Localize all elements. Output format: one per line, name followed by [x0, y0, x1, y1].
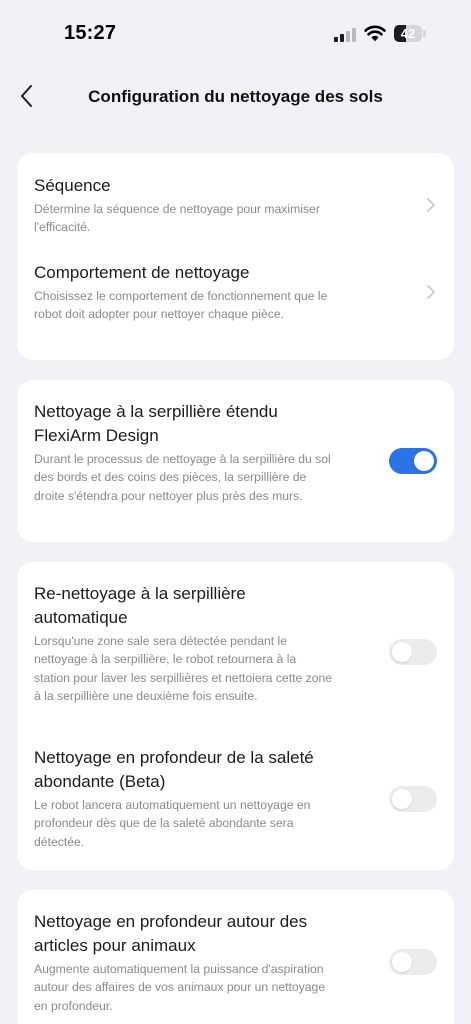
toggle-knob [392, 642, 412, 662]
setting-title: Séquence [34, 176, 111, 195]
settings-card-flexiarm: Nettoyage à la serpillière étendu FlexiA… [17, 380, 454, 542]
setting-title: Nettoyage en profondeur autour des artic… [34, 912, 308, 955]
setting-cleaning-behavior[interactable]: Comportement de nettoyage Choisissez le … [17, 243, 454, 360]
battery-cap [423, 30, 426, 37]
flexiarm-toggle[interactable] [389, 448, 437, 474]
setting-pet-area-cleaning: Nettoyage en profondeur autour des artic… [17, 890, 454, 1024]
settings-card-auto-mopping: Re-nettoyage à la serpillière automatiqu… [17, 562, 454, 870]
toggle-knob [392, 789, 412, 809]
page-title: Configuration du nettoyage des sols [88, 87, 383, 106]
chevron-right-icon [427, 285, 435, 299]
wifi-icon [364, 25, 386, 42]
setting-flexiarm-mopping: Nettoyage à la serpillière étendu FlexiA… [17, 380, 454, 542]
setting-auto-remopping: Re-nettoyage à la serpillière automatiqu… [17, 562, 454, 726]
deep-dirt-cleaning-toggle[interactable] [389, 786, 437, 812]
chevron-right-icon [427, 198, 435, 212]
settings-card-pets: Nettoyage en profondeur autour des artic… [17, 890, 454, 1024]
setting-title: Comportement de nettoyage [34, 263, 250, 282]
signal-icon [334, 28, 358, 42]
setting-description: Durant le processus de nettoyage à la se… [34, 452, 331, 503]
setting-title: Nettoyage à la serpillière étendu FlexiA… [34, 402, 278, 445]
status-time: 15:27 [64, 22, 117, 44]
setting-deep-dirt-cleaning: Nettoyage en profondeur de la saleté abo… [17, 726, 454, 870]
status-bar: 15:27 42 [0, 0, 471, 64]
setting-description: Détermine la séquence de nettoyage pour … [34, 202, 320, 235]
setting-title: Nettoyage en profondeur de la saleté abo… [34, 748, 314, 791]
battery-icon: 42 [394, 25, 422, 42]
setting-description: Augmente automatiquement la puissance d'… [34, 962, 326, 1013]
auto-remopping-toggle[interactable] [389, 639, 437, 665]
settings-card-general: Séquence Détermine la séquence de nettoy… [17, 153, 454, 360]
battery-level: 42 [400, 26, 416, 41]
pet-area-cleaning-toggle[interactable] [389, 949, 437, 975]
setting-title: Re-nettoyage à la serpillière automatiqu… [34, 584, 246, 627]
setting-description: Choisissez le comportement de fonctionne… [34, 289, 328, 322]
setting-description: Le robot lancera automatiquement un nett… [34, 798, 311, 849]
toggle-knob [392, 952, 412, 972]
toggle-knob [414, 451, 434, 471]
setting-sequence[interactable]: Séquence Détermine la séquence de nettoy… [17, 153, 454, 243]
setting-description: Lorsqu'une zone sale sera détectée penda… [34, 634, 333, 703]
